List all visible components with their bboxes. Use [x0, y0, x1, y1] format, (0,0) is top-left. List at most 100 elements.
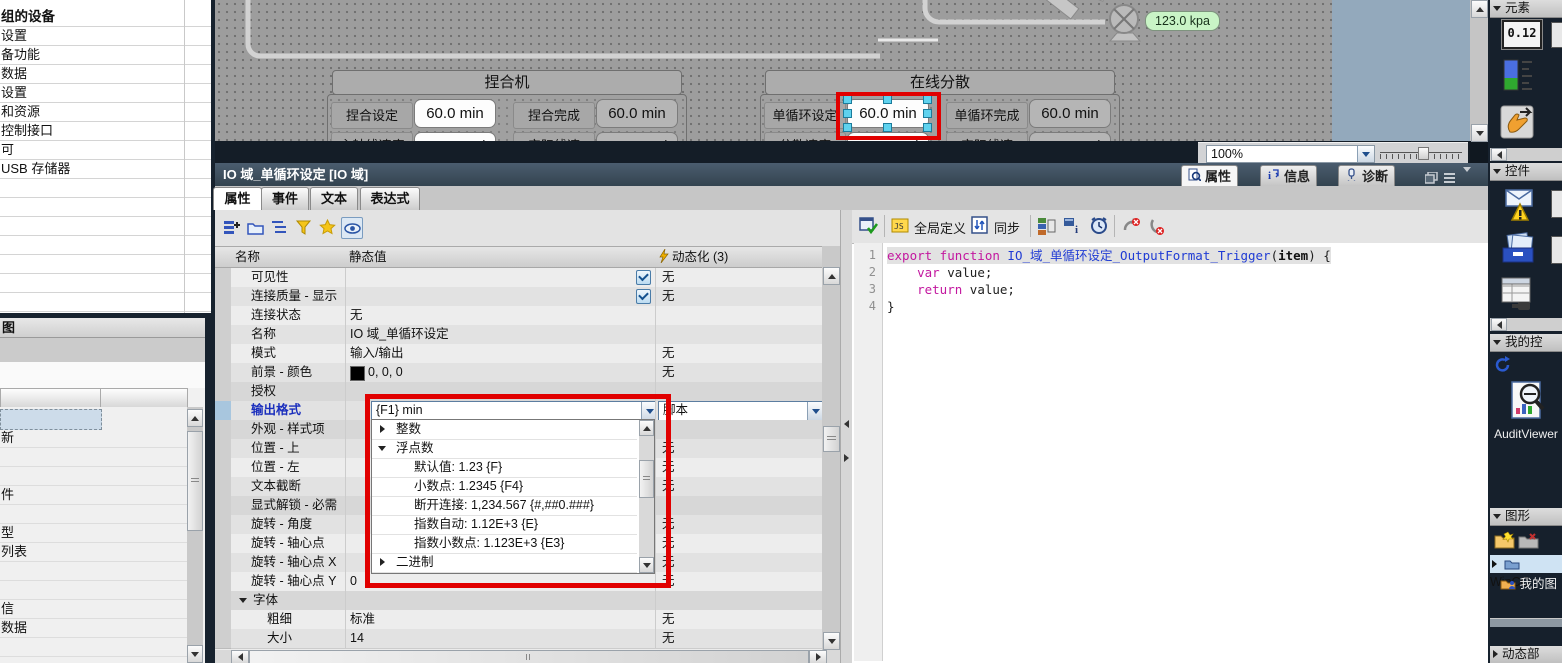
tab-3[interactable]: 表达式 [360, 187, 420, 210]
detail-list-item[interactable]: 数据 [0, 618, 188, 638]
sidebar-item[interactable] [0, 292, 211, 312]
section-header-my-controls[interactable]: 我的控 [1490, 334, 1562, 352]
table-header-dynamic[interactable]: 动态化 (3) [655, 247, 845, 268]
tag-snippets-icon[interactable] [1036, 215, 1058, 237]
section-header-graphics[interactable]: 图形 [1490, 508, 1562, 526]
user-view-tool-icon[interactable] [1498, 276, 1538, 317]
sidebar-item[interactable] [0, 216, 211, 236]
graphics-item-my-graphics[interactable]: 我的图 [1490, 575, 1562, 593]
zoom-level-combobox[interactable]: 100% [1206, 145, 1375, 163]
scroll-down-button[interactable] [1471, 124, 1488, 142]
tab-2[interactable]: 文本 [310, 187, 358, 210]
property-table-hscrollbar[interactable] [215, 650, 840, 663]
detail-list-item[interactable] [0, 656, 188, 663]
detail-list-item[interactable]: 列表 [0, 542, 188, 562]
property-table-scrollbar[interactable] [822, 246, 840, 650]
io-field[interactable]: 60.0 min [596, 99, 678, 128]
detail-list-item[interactable] [0, 409, 102, 430]
delete-graphic-folder-icon[interactable] [1518, 532, 1540, 553]
detail-list-item[interactable]: 信 [0, 599, 188, 619]
detail-list-item[interactable] [0, 561, 188, 581]
synchronize-button[interactable]: 同步 [994, 218, 1020, 237]
partial-tool-icon[interactable] [1551, 190, 1562, 218]
property-row[interactable]: 粗细标准无 [215, 610, 840, 629]
palette-hscrollbar[interactable] [1490, 148, 1562, 161]
scroll-thumb[interactable] [823, 426, 840, 452]
io-field[interactable]: 1234.0 m/s [414, 132, 496, 141]
detail-column-header[interactable] [100, 388, 188, 409]
triggers-clock-icon[interactable] [1088, 215, 1110, 237]
io-field[interactable]: 1234.0 m/s [596, 132, 678, 141]
dynamization-combobox[interactable]: 脚本 [658, 401, 824, 421]
screen-canvas[interactable]: 123.0 kpa 捏合机捏合设定60.0 min捏合完成60.0 min主轴线… [215, 0, 1470, 141]
section-header-controls[interactable]: 控件 [1490, 163, 1562, 181]
tab-0[interactable]: 属性 [213, 187, 262, 210]
combo-dropdown-button[interactable] [807, 402, 823, 420]
sidebar-item[interactable]: 数据 [0, 64, 211, 84]
sidebar-item[interactable]: 控制接口 [0, 121, 211, 141]
detail-list-item[interactable]: 件 [0, 485, 188, 505]
system-info-icon[interactable]: i [1062, 215, 1084, 237]
sidebar-item[interactable] [0, 273, 211, 293]
code-editor[interactable]: export function IO_域_单循环设定_OutputFormat_… [883, 243, 1488, 663]
property-row[interactable]: 连接质量 - 显示无 [215, 287, 840, 306]
scroll-left-button[interactable] [1491, 318, 1507, 331]
sidebar-item[interactable]: 备功能 [0, 45, 211, 65]
recipe-view-tool-icon[interactable] [1500, 232, 1538, 271]
detail-list-item[interactable] [0, 580, 188, 600]
sidebar-item[interactable]: USB 存储器 [0, 159, 211, 179]
slider-thumb[interactable] [1418, 147, 1429, 160]
inspector-tab-0[interactable]: 属性 [1181, 165, 1238, 187]
checkbox-checked[interactable] [636, 270, 651, 285]
audit-viewer-label[interactable]: AuditViewer [1490, 427, 1562, 441]
scroll-up-button[interactable] [187, 409, 203, 427]
property-row[interactable]: 模式输入/输出无 [215, 344, 840, 363]
property-row[interactable]: 前景 - 颜色0, 0, 0无 [215, 363, 840, 382]
sync-icon[interactable] [970, 215, 992, 237]
section-header-dynamic-parts[interactable]: 动态部 [1490, 646, 1562, 663]
detail-list-item[interactable] [0, 504, 188, 524]
validate-script-icon[interactable] [858, 215, 880, 237]
sidebar-item[interactable] [0, 197, 211, 217]
inspector-tab-1[interactable]: i信息 [1260, 165, 1317, 187]
property-row[interactable]: 连接状态无 [215, 306, 840, 325]
scroll-left-button[interactable] [1491, 148, 1507, 161]
property-row[interactable]: 字体 [215, 591, 840, 610]
combo-dropdown-button[interactable] [1357, 146, 1374, 162]
sidebar-item[interactable]: 组的设备 [0, 7, 211, 27]
sidebar-item[interactable]: 可 [0, 140, 211, 160]
detail-list-item[interactable] [0, 447, 188, 467]
refresh-icon[interactable] [1494, 356, 1512, 377]
eye-visibility-icon[interactable] [341, 217, 363, 239]
switch-tool-icon[interactable] [1500, 102, 1538, 143]
tab-1[interactable]: 事件 [261, 187, 309, 210]
detail-list-item[interactable]: 型 [0, 523, 188, 543]
list-view-icon[interactable] [269, 217, 289, 237]
detail-column-header[interactable] [0, 388, 101, 409]
io-field[interactable]: 1234.0 m/s [1029, 132, 1111, 141]
pressure-io-field[interactable]: 123.0 kpa [1145, 11, 1220, 31]
scroll-thumb[interactable] [249, 650, 809, 663]
collapse-inspector-icon[interactable] [1463, 168, 1476, 180]
canvas-vertical-scrollbar[interactable] [1470, 0, 1488, 141]
scroll-up-button[interactable] [823, 267, 840, 285]
partial-tool-icon[interactable] [1551, 22, 1562, 48]
global-definitions-button[interactable]: 全局定义 [914, 218, 966, 237]
io-field-tool-icon[interactable]: 0.12 [1502, 20, 1542, 49]
scroll-up-button[interactable] [1471, 0, 1488, 18]
alarm-view-tool-icon[interactable] [1498, 186, 1538, 227]
sidebar-item[interactable] [0, 254, 211, 274]
sidebar-item[interactable]: 和资源 [0, 102, 211, 122]
detail-list-item[interactable] [0, 466, 188, 486]
checkbox-checked[interactable] [636, 289, 651, 304]
property-row[interactable]: 名称IO 域_单循环设定 [215, 325, 840, 344]
favorites-star-icon[interactable] [317, 217, 337, 237]
io-field[interactable]: 60.0 min [414, 99, 496, 128]
inspector-tab-2[interactable]: 诊断 [1338, 165, 1395, 187]
float-window-icon[interactable] [1425, 168, 1438, 180]
filter-icon[interactable] [293, 217, 313, 237]
next-error-icon[interactable] [1146, 215, 1168, 237]
detail-list-item[interactable] [0, 637, 188, 657]
table-header-static[interactable]: 静态值 [345, 247, 660, 268]
detail-list-item[interactable]: 新 [0, 428, 188, 448]
